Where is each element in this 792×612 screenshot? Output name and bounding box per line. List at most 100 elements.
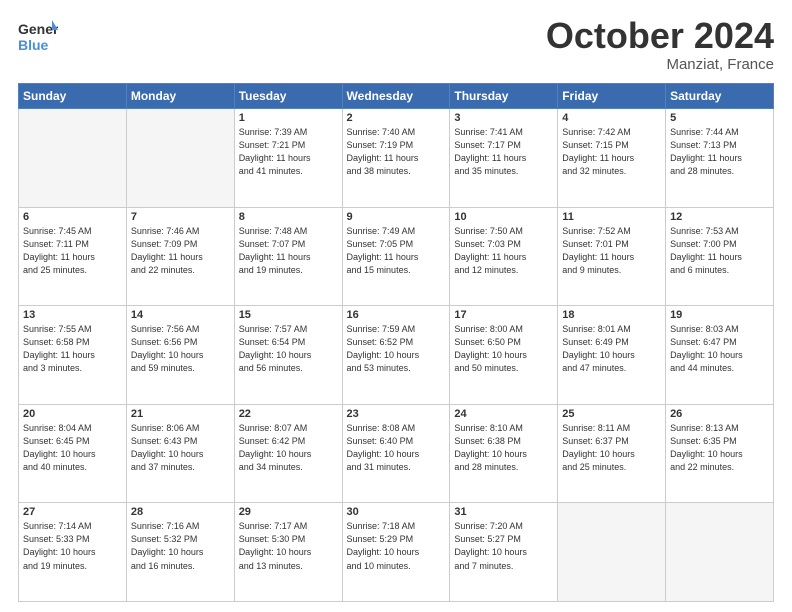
day-info: Sunrise: 8:03 AM Sunset: 6:47 PM Dayligh… bbox=[670, 323, 769, 375]
day-info: Sunrise: 7:46 AM Sunset: 7:09 PM Dayligh… bbox=[131, 225, 230, 277]
day-info: Sunrise: 7:49 AM Sunset: 7:05 PM Dayligh… bbox=[347, 225, 446, 277]
calendar-cell: 18 Sunrise: 8:01 AM Sunset: 6:49 PM Dayli… bbox=[558, 306, 666, 405]
day-info: Sunrise: 7:41 AM Sunset: 7:17 PM Dayligh… bbox=[454, 126, 553, 178]
day-info: Sunrise: 8:13 AM Sunset: 6:35 PM Dayligh… bbox=[670, 422, 769, 474]
calendar-cell: 26 Sunrise: 8:13 AM Sunset: 6:35 PM Dayli… bbox=[666, 404, 774, 503]
day-info: Sunrise: 7:55 AM Sunset: 6:58 PM Dayligh… bbox=[23, 323, 122, 375]
day-info: Sunrise: 7:59 AM Sunset: 6:52 PM Dayligh… bbox=[347, 323, 446, 375]
calendar-cell: 28 Sunrise: 7:16 AM Sunset: 5:32 PM Dayli… bbox=[126, 503, 234, 602]
calendar-cell: 3 Sunrise: 7:41 AM Sunset: 7:17 PM Daylig… bbox=[450, 109, 558, 208]
day-info: Sunrise: 8:01 AM Sunset: 6:49 PM Dayligh… bbox=[562, 323, 661, 375]
header-thursday: Thursday bbox=[450, 84, 558, 109]
calendar-cell bbox=[126, 109, 234, 208]
day-info: Sunrise: 7:57 AM Sunset: 6:54 PM Dayligh… bbox=[239, 323, 338, 375]
day-number: 20 bbox=[23, 408, 122, 420]
day-number: 27 bbox=[23, 506, 122, 518]
calendar-cell: 24Sunrise: 8:10 AM Sunset: 6:38 PM Dayli… bbox=[450, 404, 558, 503]
day-info: Sunrise: 7:52 AM Sunset: 7:01 PM Dayligh… bbox=[562, 225, 661, 277]
calendar-cell: 15Sunrise: 7:57 AM Sunset: 6:54 PM Dayli… bbox=[234, 306, 342, 405]
day-number: 30 bbox=[347, 506, 446, 518]
day-number: 17 bbox=[454, 309, 553, 321]
day-number: 29 bbox=[239, 506, 338, 518]
week-row-5: 27 Sunrise: 7:14 AM Sunset: 5:33 PM Dayli… bbox=[19, 503, 774, 602]
calendar-cell: 12 Sunrise: 7:53 AM Sunset: 7:00 PM Dayli… bbox=[666, 207, 774, 306]
calendar-cell: 13 Sunrise: 7:55 AM Sunset: 6:58 PM Dayli… bbox=[19, 306, 127, 405]
day-number: 5 bbox=[670, 112, 769, 124]
week-row-2: 6Sunrise: 7:45 AM Sunset: 7:11 PM Daylig… bbox=[19, 207, 774, 306]
day-number: 23 bbox=[347, 408, 446, 420]
day-number: 14 bbox=[131, 309, 230, 321]
calendar-cell: 19 Sunrise: 8:03 AM Sunset: 6:47 PM Dayli… bbox=[666, 306, 774, 405]
location: Manziat, France bbox=[546, 56, 774, 73]
calendar-cell: 1Sunrise: 7:39 AM Sunset: 7:21 PM Daylig… bbox=[234, 109, 342, 208]
day-number: 31 bbox=[454, 506, 553, 518]
calendar-cell: 6Sunrise: 7:45 AM Sunset: 7:11 PM Daylig… bbox=[19, 207, 127, 306]
day-number: 13 bbox=[23, 309, 122, 321]
day-info: Sunrise: 8:11 AM Sunset: 6:37 PM Dayligh… bbox=[562, 422, 661, 474]
day-info: Sunrise: 8:07 AM Sunset: 6:42 PM Dayligh… bbox=[239, 422, 338, 474]
calendar-cell: 8 Sunrise: 7:48 AM Sunset: 7:07 PM Daylig… bbox=[234, 207, 342, 306]
calendar-cell: 27 Sunrise: 7:14 AM Sunset: 5:33 PM Dayli… bbox=[19, 503, 127, 602]
week-row-4: 20 Sunrise: 8:04 AM Sunset: 6:45 PM Dayli… bbox=[19, 404, 774, 503]
day-info: Sunrise: 8:00 AM Sunset: 6:50 PM Dayligh… bbox=[454, 323, 553, 375]
title-section: October 2024 Manziat, France bbox=[546, 18, 774, 73]
header-friday: Friday bbox=[558, 84, 666, 109]
calendar-cell: 29Sunrise: 7:17 AM Sunset: 5:30 PM Dayli… bbox=[234, 503, 342, 602]
calendar-cell: 16 Sunrise: 7:59 AM Sunset: 6:52 PM Dayli… bbox=[342, 306, 450, 405]
day-number: 26 bbox=[670, 408, 769, 420]
day-info: Sunrise: 7:53 AM Sunset: 7:00 PM Dayligh… bbox=[670, 225, 769, 277]
day-number: 12 bbox=[670, 211, 769, 223]
calendar-cell: 4Sunrise: 7:42 AM Sunset: 7:15 PM Daylig… bbox=[558, 109, 666, 208]
calendar-cell: 21 Sunrise: 8:06 AM Sunset: 6:43 PM Dayli… bbox=[126, 404, 234, 503]
day-info: Sunrise: 7:40 AM Sunset: 7:19 PM Dayligh… bbox=[347, 126, 446, 178]
calendar-cell: 7Sunrise: 7:46 AM Sunset: 7:09 PM Daylig… bbox=[126, 207, 234, 306]
day-number: 10 bbox=[454, 211, 553, 223]
header-sunday: Sunday bbox=[19, 84, 127, 109]
calendar-cell: 23Sunrise: 8:08 AM Sunset: 6:40 PM Dayli… bbox=[342, 404, 450, 503]
day-number: 18 bbox=[562, 309, 661, 321]
calendar-cell: 22 Sunrise: 8:07 AM Sunset: 6:42 PM Dayli… bbox=[234, 404, 342, 503]
day-number: 1 bbox=[239, 112, 338, 124]
week-row-3: 13 Sunrise: 7:55 AM Sunset: 6:58 PM Dayli… bbox=[19, 306, 774, 405]
logo-graphic: General Blue bbox=[18, 18, 58, 58]
header-saturday: Saturday bbox=[666, 84, 774, 109]
day-number: 22 bbox=[239, 408, 338, 420]
day-info: Sunrise: 7:18 AM Sunset: 5:29 PM Dayligh… bbox=[347, 520, 446, 572]
day-info: Sunrise: 7:14 AM Sunset: 5:33 PM Dayligh… bbox=[23, 520, 122, 572]
calendar-cell bbox=[19, 109, 127, 208]
calendar-cell bbox=[666, 503, 774, 602]
day-number: 3 bbox=[454, 112, 553, 124]
calendar-cell bbox=[558, 503, 666, 602]
day-info: Sunrise: 7:50 AM Sunset: 7:03 PM Dayligh… bbox=[454, 225, 553, 277]
calendar-cell: 25 Sunrise: 8:11 AM Sunset: 6:37 PM Dayli… bbox=[558, 404, 666, 503]
day-info: Sunrise: 7:20 AM Sunset: 5:27 PM Dayligh… bbox=[454, 520, 553, 572]
day-number: 8 bbox=[239, 211, 338, 223]
day-number: 11 bbox=[562, 211, 661, 223]
day-info: Sunrise: 7:44 AM Sunset: 7:13 PM Dayligh… bbox=[670, 126, 769, 178]
logo: General Blue bbox=[18, 18, 58, 58]
svg-text:Blue: Blue bbox=[18, 37, 49, 53]
day-number: 28 bbox=[131, 506, 230, 518]
calendar-cell: 10 Sunrise: 7:50 AM Sunset: 7:03 PM Dayli… bbox=[450, 207, 558, 306]
day-number: 6 bbox=[23, 211, 122, 223]
header-monday: Monday bbox=[126, 84, 234, 109]
day-info: Sunrise: 7:48 AM Sunset: 7:07 PM Dayligh… bbox=[239, 225, 338, 277]
day-number: 19 bbox=[670, 309, 769, 321]
day-number: 2 bbox=[347, 112, 446, 124]
calendar-cell: 11 Sunrise: 7:52 AM Sunset: 7:01 PM Dayli… bbox=[558, 207, 666, 306]
day-info: Sunrise: 7:16 AM Sunset: 5:32 PM Dayligh… bbox=[131, 520, 230, 572]
day-number: 25 bbox=[562, 408, 661, 420]
day-number: 21 bbox=[131, 408, 230, 420]
weekday-header-row: Sunday Monday Tuesday Wednesday Thursday… bbox=[19, 84, 774, 109]
day-number: 24 bbox=[454, 408, 553, 420]
header-tuesday: Tuesday bbox=[234, 84, 342, 109]
calendar-cell: 2 Sunrise: 7:40 AM Sunset: 7:19 PM Daylig… bbox=[342, 109, 450, 208]
calendar-cell: 9 Sunrise: 7:49 AM Sunset: 7:05 PM Daylig… bbox=[342, 207, 450, 306]
day-number: 16 bbox=[347, 309, 446, 321]
day-number: 9 bbox=[347, 211, 446, 223]
calendar-cell: 17 Sunrise: 8:00 AM Sunset: 6:50 PM Dayli… bbox=[450, 306, 558, 405]
day-info: Sunrise: 8:06 AM Sunset: 6:43 PM Dayligh… bbox=[131, 422, 230, 474]
calendar-cell: 31 Sunrise: 7:20 AM Sunset: 5:27 PM Dayli… bbox=[450, 503, 558, 602]
calendar-cell: 14Sunrise: 7:56 AM Sunset: 6:56 PM Dayli… bbox=[126, 306, 234, 405]
day-info: Sunrise: 8:04 AM Sunset: 6:45 PM Dayligh… bbox=[23, 422, 122, 474]
